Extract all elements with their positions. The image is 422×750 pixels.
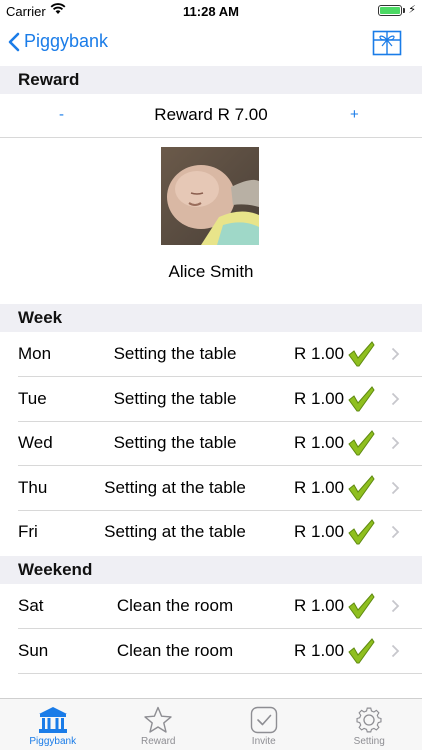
battery-icon (378, 5, 402, 16)
back-button[interactable]: Piggybank (8, 31, 108, 52)
bank-icon (38, 707, 67, 733)
reward-stepper: - Reward R 7.00 + (0, 94, 422, 138)
status-bar: Carrier 11:28 AM ⚡ (0, 0, 422, 22)
task-label: Setting the table (113, 389, 237, 408)
checkbox-icon (250, 706, 277, 734)
star-icon (144, 706, 172, 733)
increment-reward-button[interactable]: + (350, 106, 359, 123)
tab-label: Reward (141, 736, 176, 747)
amount-label: R 1.00 (294, 344, 345, 363)
amount-label: R 1.00 (294, 433, 345, 452)
reward-section-header: Reward (0, 66, 422, 94)
gift-icon[interactable] (372, 30, 402, 56)
battery-tip (403, 8, 405, 13)
day-label: Fri (18, 522, 38, 541)
amount-label: R 1.00 (294, 478, 345, 497)
navigation-bar: Piggybank (0, 22, 422, 66)
checkmark-icon[interactable] (346, 637, 376, 665)
task-label: Setting the table (113, 433, 237, 452)
task-label: Setting at the table (104, 522, 246, 541)
checkmark-icon[interactable] (346, 340, 376, 368)
task-row-sun[interactable]: Sun Clean the room R 1.00 (0, 629, 422, 674)
task-row-tue[interactable]: Tue Setting the table R 1.00 (0, 377, 422, 422)
chevron-right-icon (391, 599, 400, 613)
task-label: Setting at the table (104, 478, 246, 497)
tab-invite[interactable]: Invite (211, 699, 317, 750)
day-label: Mon (18, 344, 52, 363)
tab-bar: Piggybank Reward Invite Setting (0, 698, 422, 750)
day-label: Tue (18, 389, 47, 408)
chevron-right-icon (391, 392, 400, 406)
amount-label: R 1.00 (294, 522, 345, 541)
chevron-right-icon (391, 347, 400, 361)
chevron-right-icon (391, 481, 400, 495)
day-label: Wed (18, 433, 53, 452)
charging-icon: ⚡ (408, 4, 416, 16)
back-button-label: Piggybank (24, 31, 109, 51)
checkmark-icon[interactable] (346, 474, 376, 502)
tab-label: Piggybank (29, 736, 77, 747)
gear-icon (356, 707, 382, 733)
task-row-fri[interactable]: Fri Setting at the table R 1.00 (0, 510, 422, 555)
week-section-header: Week (0, 304, 422, 332)
day-label: Sun (18, 641, 49, 660)
clock: 11:28 AM (183, 4, 239, 19)
checkmark-icon[interactable] (346, 592, 376, 620)
child-photo[interactable] (161, 147, 259, 245)
tab-label: Invite (251, 736, 276, 747)
tab-piggybank[interactable]: Piggybank (0, 699, 106, 750)
chevron-right-icon (391, 644, 400, 658)
day-label: Sat (18, 596, 44, 615)
amount-label: R 1.00 (294, 641, 345, 660)
row-divider (18, 673, 422, 674)
task-row-mon[interactable]: Mon Setting the table R 1.00 (0, 332, 422, 377)
checkmark-icon[interactable] (346, 385, 376, 413)
task-row-thu[interactable]: Thu Setting at the table R 1.00 (0, 466, 422, 511)
task-label: Clean the room (116, 596, 234, 615)
tab-setting[interactable]: Setting (317, 699, 422, 750)
chevron-left-icon (8, 32, 20, 51)
day-label: Thu (18, 478, 48, 497)
weekend-section-header: Weekend (0, 556, 422, 584)
child-name: Alice Smith (168, 262, 254, 281)
checkmark-icon[interactable] (346, 429, 376, 457)
checkmark-icon[interactable] (346, 518, 376, 546)
tab-reward[interactable]: Reward (106, 699, 212, 750)
chevron-right-icon (391, 525, 400, 539)
tab-label: Setting (353, 736, 385, 747)
task-label: Clean the room (116, 641, 234, 660)
chevron-right-icon (391, 436, 400, 450)
task-row-wed[interactable]: Wed Setting the table R 1.00 (0, 421, 422, 466)
task-label: Setting the table (113, 344, 237, 363)
task-row-sat[interactable]: Sat Clean the room R 1.00 (0, 584, 422, 629)
amount-label: R 1.00 (294, 596, 345, 615)
amount-label: R 1.00 (294, 389, 345, 408)
